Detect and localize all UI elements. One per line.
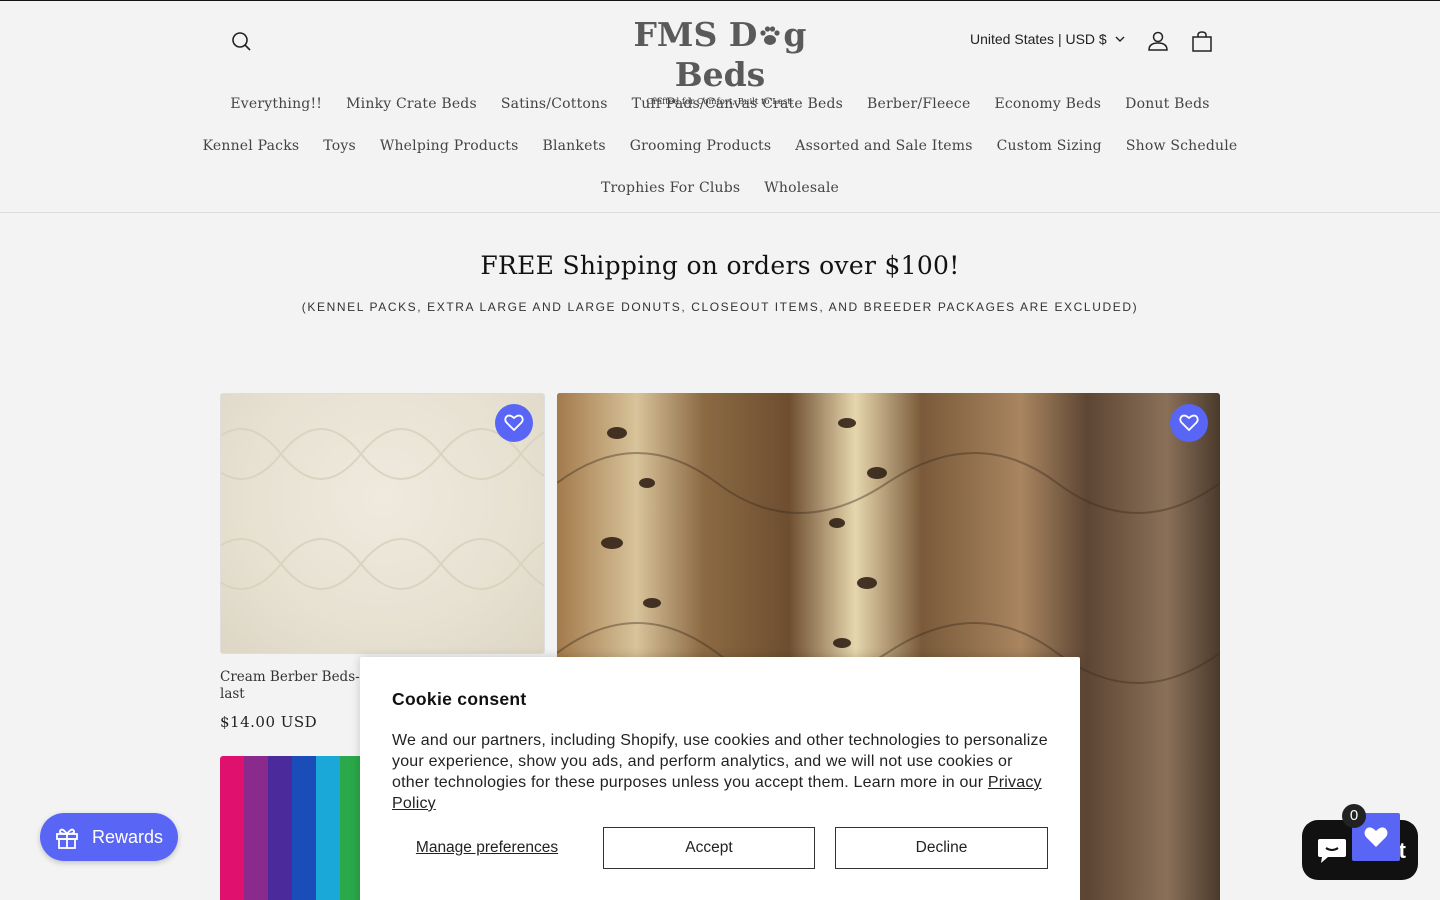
nav-item-assorted-sale[interactable]: Assorted and Sale Items (783, 138, 984, 154)
cookie-consent-dialog: Cookie consent We and our partners, incl… (360, 657, 1080, 900)
nav-item-everything[interactable]: Everything!! (218, 96, 334, 112)
site-header: FMS Dg Beds Crafted for Comfort, Built t… (0, 1, 1440, 213)
cookie-body: We and our partners, including Shopify, … (392, 730, 1048, 814)
gift-icon (56, 828, 78, 849)
nav-item-kennel-packs[interactable]: Kennel Packs (191, 138, 312, 154)
cart-icon[interactable] (1188, 28, 1216, 56)
promo-subheading: (Kennel Packs, Extra large and Large Don… (301, 300, 1139, 314)
nav-item-show-schedule[interactable]: Show Schedule (1114, 138, 1250, 154)
nav-item-economy-beds[interactable]: Economy Beds (982, 96, 1113, 112)
wishlist-add-button[interactable] (495, 404, 533, 442)
heart-icon (1364, 827, 1388, 847)
wishlist-count-badge: 0 (1342, 804, 1366, 828)
nav-item-satins-cottons[interactable]: Satins/Cottons (489, 96, 620, 112)
decline-button[interactable]: Decline (835, 827, 1048, 869)
heart-icon (504, 414, 524, 432)
nav-item-custom-sizing[interactable]: Custom Sizing (985, 138, 1114, 154)
nav-item-grooming-products[interactable]: Grooming Products (618, 138, 784, 154)
locale-label: United States | USD $ (970, 31, 1107, 47)
main-nav: Everything!! Minky Crate Beds Satins/Cot… (0, 83, 1440, 209)
cookie-title: Cookie consent (392, 689, 527, 709)
nav-item-trophies[interactable]: Trophies For Clubs (589, 180, 752, 196)
cookie-actions: Manage preferences Accept Decline (392, 827, 1048, 869)
cookie-body-text: We and our partners, including Shopify, … (392, 732, 1048, 791)
nav-item-tuff-pads[interactable]: Tuff Pads/Canvas Crate Beds (620, 96, 855, 112)
nav-item-wholesale[interactable]: Wholesale (752, 180, 851, 196)
shipping-banner: FREE Shipping on orders over $100! (Kenn… (0, 251, 1440, 314)
search-icon[interactable] (228, 28, 256, 56)
accept-button[interactable]: Accept (603, 827, 815, 869)
nav-item-donut-beds[interactable]: Donut Beds (1113, 96, 1221, 112)
heart-icon (1179, 414, 1199, 432)
product-price: $14.00 USD (220, 713, 318, 731)
account-icon[interactable] (1145, 28, 1171, 54)
manage-preferences-button[interactable]: Manage preferences (392, 827, 582, 869)
nav-item-toys[interactable]: Toys (311, 138, 368, 154)
rewards-label: Rewards (92, 826, 164, 847)
chat-bubble-icon (1318, 839, 1346, 863)
chevron-down-icon (1115, 36, 1125, 42)
promo-heading: FREE Shipping on orders over $100! (480, 251, 960, 280)
nav-item-blankets[interactable]: Blankets (530, 138, 617, 154)
locale-selector[interactable]: United States | USD $ (970, 31, 1125, 47)
product-image-cream-berber[interactable] (220, 393, 545, 654)
paw-icon (757, 18, 783, 45)
nav-row-3: Trophies For Clubs Wholesale (0, 167, 1440, 209)
nav-item-minky-crate-beds[interactable]: Minky Crate Beds (334, 96, 489, 112)
wishlist-add-button[interactable] (1170, 404, 1208, 442)
nav-item-whelping-products[interactable]: Whelping Products (368, 138, 531, 154)
rewards-launcher-button[interactable]: Rewards (40, 813, 178, 861)
nav-item-berber-fleece[interactable]: Berber/Fleece (855, 96, 982, 112)
nav-row-1: Everything!! Minky Crate Beds Satins/Cot… (0, 83, 1440, 125)
nav-row-2: Kennel Packs Toys Whelping Products Blan… (0, 125, 1440, 167)
